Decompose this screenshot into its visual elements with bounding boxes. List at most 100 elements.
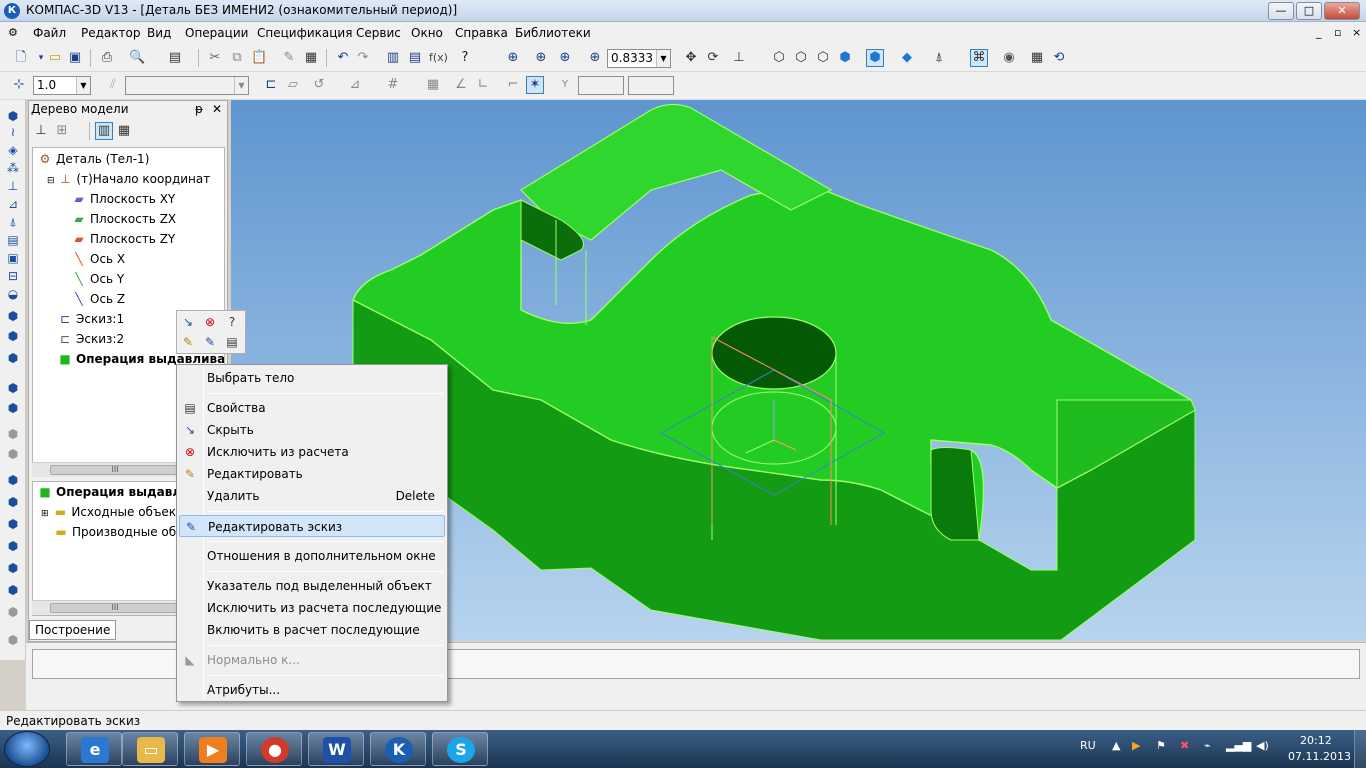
tree-history-icon[interactable]: ▥: [95, 122, 113, 140]
pin-icon[interactable]: ᵽ: [195, 102, 203, 116]
tree-view-icon[interactable]: ⊥: [32, 122, 50, 140]
expand-icon[interactable]: ⊞: [41, 509, 49, 519]
menu-item-exclude-following[interactable]: Исключить из расчета последующие: [179, 597, 445, 619]
media-tray-icon[interactable]: ▶: [1132, 739, 1140, 752]
clock-time[interactable]: 20:12: [1300, 734, 1332, 747]
help-pointer-icon[interactable]: ?: [456, 49, 474, 67]
chevron-down-icon[interactable]: ▼: [76, 77, 90, 94]
volume-icon[interactable]: ◀): [1256, 739, 1269, 752]
menu-operations[interactable]: Операции: [185, 26, 248, 40]
menu-window[interactable]: Окно: [411, 26, 443, 40]
operation-icon[interactable]: ▱: [284, 76, 302, 94]
line-width-combobox[interactable]: 1.0 ▼: [33, 76, 91, 95]
zoom-in-icon[interactable]: ⊕: [556, 49, 574, 67]
exclude-icon[interactable]: ⊗: [201, 313, 219, 331]
auxiliary-geometry-icon[interactable]: ⊥: [5, 178, 21, 194]
object-properties-icon[interactable]: ▦: [302, 49, 320, 67]
angle-snap-icon[interactable]: ∟: [474, 76, 492, 94]
undo-icon[interactable]: ↶: [334, 49, 352, 67]
edit-icon[interactable]: ✎: [179, 333, 197, 351]
arrays-icon[interactable]: ⁂: [5, 160, 21, 176]
tree-node[interactable]: ╲ Ось Y: [71, 270, 124, 288]
menu-item-exclude[interactable]: ⊗ Исключить из расчета: [179, 441, 445, 463]
shaded-edges-icon[interactable]: ⬢: [866, 49, 884, 67]
paste-icon[interactable]: 📋: [250, 49, 268, 67]
format-brush-icon[interactable]: ✎: [280, 49, 298, 67]
angle-icon[interactable]: ∠: [452, 76, 470, 94]
extrude-tool-icon[interactable]: ⬢: [5, 308, 21, 324]
taskbar-word[interactable]: W: [308, 732, 364, 766]
reports-icon[interactable]: ▣: [5, 250, 21, 266]
mdi-restore-button[interactable]: ▫: [1334, 26, 1341, 39]
zoom-icon[interactable]: ⊕: [504, 49, 522, 67]
rotate-icon[interactable]: ⟳: [704, 49, 722, 67]
taskbar-media-player[interactable]: ▶: [184, 732, 240, 766]
local-cs-icon[interactable]: ⊹: [10, 76, 28, 94]
grid-icon[interactable]: #: [384, 76, 402, 94]
menu-specification[interactable]: Спецификация: [257, 26, 352, 40]
manager-icon[interactable]: ▥: [384, 49, 402, 67]
start-button[interactable]: [4, 731, 50, 767]
print-preview-icon[interactable]: 🔍: [128, 49, 146, 67]
menu-item-edit-sketch[interactable]: ✎ Редактировать эскиз: [179, 515, 445, 537]
zoom-scale-icon[interactable]: ⊕: [586, 49, 604, 67]
coordinate-icon[interactable]: Y: [556, 76, 574, 94]
parametric-icon[interactable]: ✶: [526, 76, 544, 94]
menu-item-pointer-under-object[interactable]: Указатель под выделенный объект: [179, 575, 445, 597]
tree-relations-icon[interactable]: ▦: [115, 122, 133, 140]
menu-editor[interactable]: Редактор: [81, 26, 140, 40]
filter-icon[interactable]: ⍋: [930, 49, 948, 67]
tree-node[interactable]: ╲ Ось Z: [71, 290, 125, 308]
mirror-tool-icon[interactable]: ⬢: [5, 582, 21, 598]
close-button[interactable]: ✕: [1324, 2, 1360, 20]
tree-node[interactable]: ⚙ Деталь (Тел-1): [37, 150, 150, 168]
relations-source-objects[interactable]: ⊞ ▬ Исходные объект: [41, 503, 183, 521]
signal-icon[interactable]: ▂▄▆: [1226, 739, 1251, 752]
revolve-tool-icon[interactable]: ⬢: [5, 328, 21, 344]
usb-tray-icon[interactable]: ⌁: [1204, 739, 1211, 752]
zoom-window-icon[interactable]: ⊕: [532, 49, 550, 67]
thin-hidden-lines-icon[interactable]: ⬡: [814, 49, 832, 67]
menu-file[interactable]: Файл: [33, 26, 66, 40]
editing-details-icon[interactable]: ⬢: [5, 108, 21, 124]
menu-help[interactable]: Справка: [455, 26, 508, 40]
variables-icon[interactable]: ▤: [406, 49, 424, 67]
security-tray-icon[interactable]: ⚑: [1156, 739, 1166, 752]
show-desktop-button[interactable]: [1354, 730, 1366, 768]
tree-node[interactable]: ▰ Плоскость ZY: [71, 230, 175, 248]
collapse-icon[interactable]: ⊟: [47, 176, 57, 186]
cut-extrude-tool-icon[interactable]: ⬢: [5, 380, 21, 396]
chamfer-tool-icon[interactable]: ⬢: [5, 472, 21, 488]
pattern-tool-icon[interactable]: ⬢: [5, 604, 21, 620]
mdi-minimize-button[interactable]: _: [1316, 26, 1322, 39]
zoom-combobox[interactable]: 0.8333 ▼: [607, 49, 671, 68]
scrollbar-thumb[interactable]: III: [50, 465, 180, 475]
thread-tool-icon[interactable]: ⬢: [5, 632, 21, 648]
new-document-icon[interactable]: 🗋: [12, 49, 30, 67]
clock-date[interactable]: 07.11.2013: [1288, 750, 1351, 763]
maximize-button[interactable]: □: [1296, 2, 1322, 20]
fillet-tool-icon[interactable]: ⬢: [5, 446, 21, 462]
properties-toolbar-icon[interactable]: ▤: [166, 49, 184, 67]
pan-icon[interactable]: ✥: [682, 49, 700, 67]
tree-node[interactable]: ⊟ ⊥ (т)Начало координат: [47, 170, 210, 188]
cursor-icon[interactable]: ⌐: [504, 76, 522, 94]
wireframe-icon[interactable]: ⬡: [770, 49, 788, 67]
orientation-icon[interactable]: ⊥: [730, 49, 748, 67]
tree-node[interactable]: ▰ Плоскость ZX: [71, 210, 176, 228]
properties-icon[interactable]: ▤: [223, 333, 241, 351]
hand-icon[interactable]: ↺: [310, 76, 328, 94]
rib-tool-icon[interactable]: ⬢: [5, 516, 21, 532]
menu-service[interactable]: Сервис: [356, 26, 401, 40]
surfaces-icon[interactable]: ◈: [5, 142, 21, 158]
edit-sketch-icon[interactable]: ✎: [201, 333, 219, 351]
tree-node[interactable]: ⊏ Эскиз:1: [57, 310, 124, 328]
document-icon[interactable]: ⚙: [8, 26, 18, 39]
ortho-icon[interactable]: ⊿: [346, 76, 364, 94]
filter-objects-icon[interactable]: ⍋: [5, 214, 21, 230]
menu-view[interactable]: Вид: [147, 26, 171, 40]
hidden-lines-icon[interactable]: ⬡: [792, 49, 810, 67]
sketch-toolbar-icon[interactable]: ⊏: [262, 76, 280, 94]
relations-derived-objects[interactable]: ▬ Производные об: [53, 523, 176, 541]
chevron-down-icon[interactable]: ▼: [656, 50, 670, 67]
